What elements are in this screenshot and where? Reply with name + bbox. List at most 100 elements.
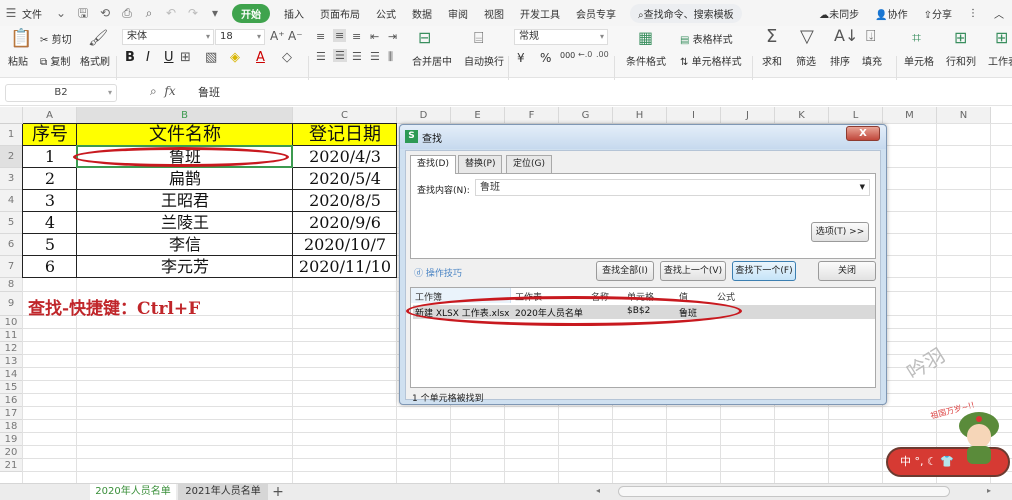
row-header-18[interactable]: 18 (0, 420, 23, 433)
row-header-10[interactable]: 10 (0, 316, 23, 329)
table-cell[interactable]: 李信 (77, 234, 293, 256)
scroll-right-icon[interactable]: ▸ (987, 486, 991, 495)
dialog-titlebar[interactable]: S 查找 X (400, 125, 886, 149)
sheet-tab-2020[interactable]: 2020年人员名单 (90, 484, 176, 500)
worksheet-icon[interactable]: ⊞ (995, 28, 1008, 47)
align-center-icon[interactable]: ☰ (333, 49, 347, 62)
sum-button[interactable]: 求和 (762, 53, 782, 68)
add-sheet-button[interactable]: + (270, 484, 286, 500)
find-all-button[interactable]: 查找全部(I) (596, 261, 654, 281)
header-cell[interactable]: 序号 (23, 124, 77, 146)
tab-member[interactable]: 会员专享 (568, 6, 624, 21)
merge-center-button[interactable]: 合并居中 (412, 53, 452, 68)
column-header-m[interactable]: M (883, 107, 937, 124)
align-top-icon[interactable]: ≡ (316, 30, 325, 43)
header-cell[interactable]: 登记日期 (293, 124, 397, 146)
decrease-indent-icon[interactable]: ⇤ (370, 30, 379, 43)
font-name-select[interactable]: 宋体 ▾ (122, 29, 214, 45)
table-cell[interactable]: 6 (23, 256, 77, 278)
redo-icon[interactable]: ↷ (186, 6, 200, 20)
customize-icon[interactable]: ▾ (208, 6, 222, 20)
row-header-11[interactable]: 11 (0, 329, 23, 342)
font-size-select[interactable]: 18 ▾ (215, 29, 265, 45)
clear-format-icon[interactable]: ◇ (282, 50, 292, 65)
currency-button[interactable]: ¥ (517, 51, 525, 65)
align-middle-icon[interactable]: ≡ (333, 29, 347, 42)
table-cell[interactable]: 4 (23, 212, 77, 234)
align-right-icon[interactable]: ☰ (352, 50, 362, 63)
tab-developer[interactable]: 开发工具 (512, 6, 568, 21)
zoom-icon[interactable]: ⌕ (150, 84, 157, 98)
select-all-corner[interactable] (0, 107, 23, 124)
row-header-15[interactable]: 15 (0, 381, 23, 394)
align-bottom-icon[interactable]: ≡ (352, 30, 361, 43)
formula-input[interactable]: 鲁班 (190, 84, 1012, 102)
border-icon[interactable]: ⊞ (180, 50, 191, 65)
tab-insert[interactable]: 插入 (276, 6, 312, 21)
chevron-down-icon[interactable]: ▼ (860, 180, 865, 195)
find-previous-button[interactable]: 查找上一个(V) (660, 261, 726, 281)
increase-font-icon[interactable]: A⁺ (270, 29, 285, 43)
tab-view[interactable]: 视图 (476, 6, 512, 21)
tab-home[interactable]: 开始 (232, 3, 270, 23)
find-next-button[interactable]: 查找下一个(F) (732, 261, 796, 281)
justify-icon[interactable]: ☰ (370, 50, 380, 63)
column-header-j[interactable]: J (721, 107, 775, 124)
row-header-16[interactable]: 16 (0, 394, 23, 407)
command-search[interactable]: ⌕查找命令、搜索模板 (630, 3, 742, 23)
sheet-tab-2021[interactable]: 2021年人员名单 (178, 484, 268, 500)
table-style-button[interactable]: ▤ 表格样式 (680, 31, 733, 46)
table-cell[interactable]: 2020/5/4 (293, 168, 397, 190)
italic-icon[interactable]: I (146, 50, 150, 65)
column-header-l[interactable]: L (829, 107, 883, 124)
header-cell[interactable]: 文件名称 (77, 124, 293, 146)
row-header-4[interactable]: 4 (0, 190, 23, 212)
increase-decimal-icon[interactable]: ←.0 (578, 50, 592, 59)
column-header-b[interactable]: B (77, 107, 293, 124)
results-header-formula[interactable]: 公式 (717, 290, 735, 303)
table-cell[interactable]: 李元芳 (77, 256, 293, 278)
conditional-format-icon[interactable]: ▦ (638, 28, 653, 47)
cut-button[interactable]: ✂ 剪切 (40, 31, 72, 46)
row-header-6[interactable]: 6 (0, 234, 23, 256)
horizontal-scrollbar[interactable] (618, 486, 950, 497)
row-header-14[interactable]: 14 (0, 368, 23, 381)
decrease-font-icon[interactable]: A⁻ (288, 29, 303, 43)
hamburger-menu-icon[interactable]: ☰ (4, 6, 18, 20)
sync-status[interactable]: ☁未同步 (811, 6, 867, 21)
collaborate-button[interactable]: 👤协作 (867, 6, 915, 21)
sum-icon[interactable]: Σ (766, 26, 777, 47)
column-header-i[interactable]: I (667, 107, 721, 124)
name-box[interactable]: B2 ▾ (5, 84, 117, 102)
row-header-21[interactable]: 21 (0, 459, 23, 472)
cloud-save-icon[interactable]: ⟲ (98, 6, 112, 20)
scroll-left-icon[interactable]: ◂ (596, 486, 600, 495)
column-header-k[interactable]: K (775, 107, 829, 124)
paste-icon[interactable]: 📋 (10, 28, 32, 49)
worksheet-button[interactable]: 工作表 (988, 53, 1012, 68)
chevron-down-icon[interactable]: ⌄ (54, 6, 68, 20)
options-button[interactable]: 选项(T) >> (811, 222, 869, 242)
filter-icon[interactable]: ▽ (800, 26, 814, 47)
cell-button[interactable]: 单元格 (904, 53, 934, 68)
column-header-f[interactable]: F (505, 107, 559, 124)
distribute-icon[interactable]: ⫼ (388, 50, 393, 64)
align-left-icon[interactable]: ☰ (316, 50, 326, 63)
table-cell[interactable]: 扁鹊 (77, 168, 293, 190)
wrap-icon[interactable]: ⌸ (474, 28, 484, 48)
row-header-7[interactable]: 7 (0, 256, 23, 278)
row-col-icon[interactable]: ⊞ (954, 28, 967, 47)
table-cell[interactable]: 2 (23, 168, 77, 190)
column-header-h[interactable]: H (613, 107, 667, 124)
column-header-a[interactable]: A (23, 107, 77, 124)
row-header-12[interactable]: 12 (0, 342, 23, 355)
tab-replace[interactable]: 替换(P) (458, 155, 503, 173)
row-header-2[interactable]: 2 (0, 146, 23, 168)
number-format-select[interactable]: 常规 ▾ (514, 29, 608, 45)
share-button[interactable]: ⇪分享 (916, 6, 960, 21)
table-cell[interactable]: 2020/9/6 (293, 212, 397, 234)
increase-indent-icon[interactable]: ⇥ (388, 30, 397, 43)
conditional-format-button[interactable]: 条件格式 (626, 53, 666, 68)
row-header-9[interactable]: 9 (0, 292, 23, 316)
table-cell[interactable]: 2020/8/5 (293, 190, 397, 212)
